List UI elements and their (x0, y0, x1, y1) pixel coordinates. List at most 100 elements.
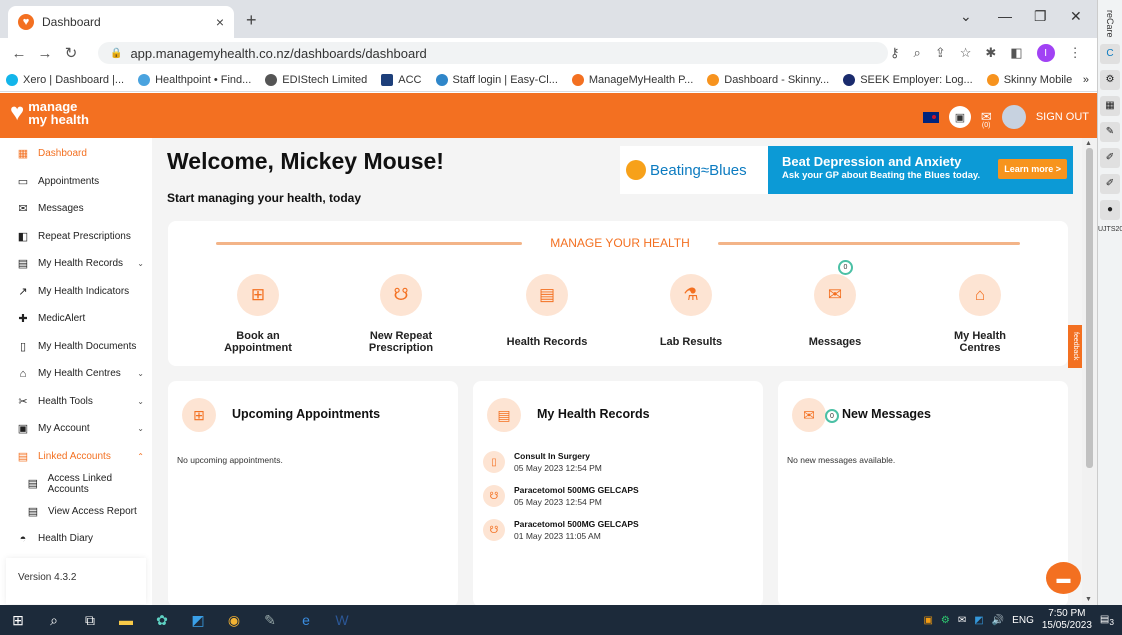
extensions-icon[interactable]: ✱ (985, 45, 996, 61)
outlook-icon[interactable]: ◩ (180, 605, 216, 635)
side-calendar-icon[interactable]: ▦ (1100, 95, 1120, 116)
quick-health-records[interactable]: ▤ Health Records (487, 274, 607, 348)
language-indicator[interactable]: ENG (1012, 615, 1034, 626)
banner-brand: Beating≈Blues (650, 161, 747, 179)
bookmark-seek[interactable]: SEEK Employer: Log... (843, 73, 973, 86)
xero-icon (6, 73, 18, 86)
forward-icon[interactable]: → (32, 45, 58, 62)
sign-out-link[interactable]: SIGN OUT (1036, 111, 1089, 123)
nav-my-health-centres[interactable]: ⌂ My Health Centres ⌄ (0, 360, 152, 388)
card-title[interactable]: Upcoming Appointments (232, 407, 380, 421)
nav-access-linked-accounts[interactable]: ▤ Access Linked Accounts (0, 470, 152, 498)
card-title[interactable]: My Health Records (537, 407, 650, 421)
scroll-thumb[interactable] (1086, 148, 1093, 468)
beating-the-blues-banner[interactable]: Beating≈Blues Beat Depression and Anxiet… (620, 146, 1073, 194)
quick-my-health-centres[interactable]: ⌂ My Health Centres (920, 274, 1040, 354)
quick-lab-results[interactable]: ⚗ Lab Results (631, 274, 751, 348)
bookmark-healthpoint[interactable]: Healthpoint • Find... (138, 73, 251, 86)
nav-view-access-report[interactable]: ▤ View Access Report (0, 498, 152, 526)
close-window-icon[interactable]: ✕ (1070, 8, 1082, 25)
nav-medicalert[interactable]: ✚ MedicAlert (0, 305, 152, 333)
record-item[interactable]: ▯ Consult In Surgery 05 May 2023 12:54 PM (483, 450, 602, 474)
nz-flag-icon[interactable] (922, 111, 939, 123)
minimize-icon[interactable]: — (998, 8, 1012, 24)
restore-icon[interactable]: ❐ (1034, 8, 1047, 25)
windows-start-icon[interactable]: ⊞ (0, 605, 36, 635)
share-icon[interactable]: ⇪ (935, 45, 946, 61)
url-field[interactable]: 🔒 app.managemyhealth.co.nz/dashboards/da… (98, 42, 888, 64)
quick-book-appointment[interactable]: ⊞ Book an Appointment (198, 274, 318, 354)
bookmark-managemyhealth[interactable]: ManageMyHealth P... (571, 73, 693, 86)
volume-icon[interactable]: 🔊 (992, 615, 1004, 626)
tools-icon: ✂ (18, 395, 28, 408)
site-header: ♥ manage my health ▣ ✉ (0) SIGN OUT (0, 93, 1097, 138)
paint-icon[interactable]: ✎ (252, 605, 288, 635)
nav-messages[interactable]: ✉ Messages (0, 195, 152, 223)
nav-my-health-records[interactable]: ▤ My Health Records ⌄ (0, 250, 152, 278)
close-tab-icon[interactable]: × (216, 14, 224, 30)
search-icon[interactable]: ⌕ (36, 605, 72, 635)
scroll-up-icon[interactable]: ▲ (1085, 140, 1092, 147)
bookmark-skinny-mobile[interactable]: Skinny Mobile (986, 73, 1072, 86)
tray-settings-icon[interactable]: ⚙ (941, 615, 950, 626)
side-app-icon[interactable]: C (1100, 43, 1120, 64)
file-explorer-icon[interactable]: ▬ (108, 605, 144, 635)
feedback-tab[interactable]: feedback (1068, 325, 1083, 368)
bookmark-xero[interactable]: Xero | Dashboard |... (6, 73, 124, 86)
side-settings-icon[interactable]: ⚙ (1100, 69, 1120, 90)
page-scrollbar[interactable]: ▲ ▼ (1082, 138, 1097, 605)
learn-more-button[interactable]: Learn more > (998, 159, 1067, 179)
back-icon[interactable]: ← (6, 45, 32, 62)
card-title[interactable]: New Messages (842, 407, 931, 421)
nav-health-diary[interactable]: ◓ Health Diary (0, 525, 152, 553)
reload-icon[interactable]: ↻ (58, 44, 84, 62)
key-icon[interactable]: ⚷ (890, 45, 900, 61)
upcoming-appointments-card: ⊞ Upcoming Appointments No upcoming appo… (168, 381, 458, 607)
bookmark-edistech[interactable]: EDIStech Limited (265, 73, 367, 86)
zoom-icon[interactable]: ⌕ (914, 45, 921, 61)
record-item[interactable]: ☋ Paracetomol 500MG GELCAPS 05 May 2023 1… (483, 484, 639, 508)
nav-dashboard[interactable]: ▦ Dashboard (0, 140, 152, 168)
calendar-icon[interactable]: ▣ (948, 106, 971, 128)
quick-messages[interactable]: ✉ 0 Messages (775, 260, 895, 348)
header-mail-icon[interactable]: ✉ (0) (981, 109, 992, 129)
record-item[interactable]: ☋ Paracetomol 500MG GELCAPS 01 May 2023 1… (483, 518, 639, 542)
more-bookmarks-icon[interactable]: » (1083, 74, 1089, 86)
nav-appointments[interactable]: ▭ Appointments (0, 168, 152, 196)
task-view-icon[interactable]: ⧉ (72, 605, 108, 635)
nav-my-health-indicators[interactable]: ↗ My Health Indicators (0, 278, 152, 306)
clock[interactable]: 7:50 PM 15/05/2023 (1042, 608, 1092, 632)
profile-avatar[interactable]: I (1036, 44, 1055, 62)
tray-mail-icon[interactable]: ✉ (958, 615, 966, 626)
chevron-down-icon[interactable]: ⌄ (960, 8, 972, 25)
app-gear-icon[interactable]: ✿ (144, 605, 180, 635)
tray-outlook-icon[interactable]: ◩ (974, 615, 983, 626)
bookmark-staff-login[interactable]: Staff login | Easy-Cl... (435, 73, 558, 86)
nav-health-tools[interactable]: ✂ Health Tools ⌄ (0, 388, 152, 416)
manage-my-health-logo[interactable]: ♥ manage my health (10, 99, 89, 127)
side-tool-icon[interactable]: ✎ (1100, 121, 1120, 142)
chat-button[interactable]: ▬ (1046, 562, 1081, 594)
side-note-icon[interactable]: ✐ (1100, 147, 1120, 168)
internet-explorer-icon[interactable]: e (288, 605, 324, 635)
menu-kebab-icon[interactable]: ⋮ (1069, 45, 1082, 61)
sidepanel-icon[interactable]: ◧ (1010, 45, 1022, 61)
notifications-icon[interactable]: ▤3 (1100, 614, 1114, 627)
star-icon[interactable]: ☆ (960, 45, 972, 61)
browser-tab-dashboard[interactable]: ♥ Dashboard × (8, 6, 234, 38)
nav-my-health-documents[interactable]: ▯ My Health Documents (0, 333, 152, 361)
side-record-icon[interactable]: ● (1100, 199, 1120, 220)
tray-app-icon[interactable]: ▣ (923, 615, 932, 626)
quick-new-repeat-prescription[interactable]: ☋ New Repeat Prescription (341, 274, 461, 354)
scroll-down-icon[interactable]: ▼ (1085, 596, 1092, 603)
bookmark-acc[interactable]: ACC (381, 73, 422, 86)
chrome-icon[interactable]: ◉ (216, 605, 252, 635)
bookmark-skinny-dashboard[interactable]: Dashboard - Skinny... (707, 73, 829, 86)
user-avatar[interactable] (1001, 105, 1026, 129)
new-tab-icon[interactable]: + (246, 10, 257, 31)
nav-my-account[interactable]: ▣ My Account ⌄ (0, 415, 152, 443)
nav-linked-accounts[interactable]: ▤ Linked Accounts ⌃ (0, 443, 152, 471)
nav-repeat-prescriptions[interactable]: ◧ Repeat Prescriptions (0, 223, 152, 251)
word-icon[interactable]: W (324, 605, 360, 635)
side-note2-icon[interactable]: ✐ (1100, 173, 1120, 194)
